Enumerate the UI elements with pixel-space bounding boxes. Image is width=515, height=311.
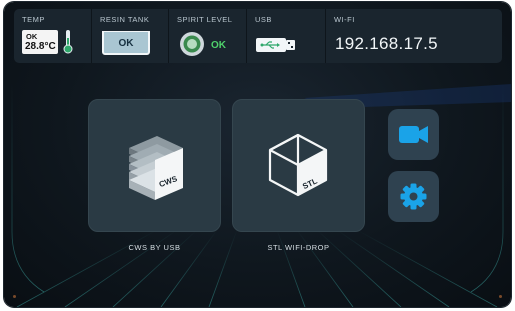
usb-status: USB xyxy=(247,9,326,63)
temp-value: 28.8°C xyxy=(25,41,56,52)
cws-layers-icon: CWS xyxy=(129,136,183,200)
wifi-ip-address: 192.168.17.5 xyxy=(335,34,438,53)
stl-wifi-drop-label: STL WIFI-DROP xyxy=(267,243,330,252)
cws-by-usb-button[interactable]: CWS xyxy=(88,99,221,232)
stl-cube-icon: STL xyxy=(268,133,328,197)
temp-readout: OK 28.8°C xyxy=(22,30,58,54)
spirit-level-title: SPIRIT LEVEL xyxy=(177,15,233,24)
resin-ok-label: OK xyxy=(118,38,134,49)
wifi-status: WI-FI 192.168.17.5 xyxy=(326,9,502,63)
printer-screen: TEMP OK 28.8°C RESIN TANK OK SPIRIT LEVE… xyxy=(4,2,511,307)
thermometer-icon xyxy=(63,30,73,54)
resin-tank-icon: OK xyxy=(102,31,150,55)
stl-wifi-drop-button[interactable]: STL xyxy=(232,99,365,232)
video-camera-icon xyxy=(399,126,428,143)
temp-ok-label: OK xyxy=(26,32,38,41)
corner-dot xyxy=(499,295,502,298)
temp-title: TEMP xyxy=(22,15,45,24)
spirit-level-ok-label: OK xyxy=(211,40,226,51)
resin-tank-status: RESIN TANK OK xyxy=(92,9,169,63)
gear-icon xyxy=(400,183,427,210)
temp-status: TEMP OK 28.8°C xyxy=(14,9,92,63)
wifi-title: WI-FI xyxy=(334,15,355,24)
usb-title: USB xyxy=(255,15,272,24)
spirit-level-icon xyxy=(180,32,204,56)
corner-dot xyxy=(13,295,16,298)
cws-by-usb-label: CWS BY USB xyxy=(128,243,181,252)
resin-tank-title: RESIN TANK xyxy=(100,15,150,24)
camera-button[interactable] xyxy=(388,109,439,160)
settings-button[interactable] xyxy=(388,171,439,222)
usb-drive-icon xyxy=(256,38,295,52)
spirit-level-status: SPIRIT LEVEL OK xyxy=(169,9,247,63)
status-bar: TEMP OK 28.8°C RESIN TANK OK SPIRIT LEVE… xyxy=(14,9,502,63)
